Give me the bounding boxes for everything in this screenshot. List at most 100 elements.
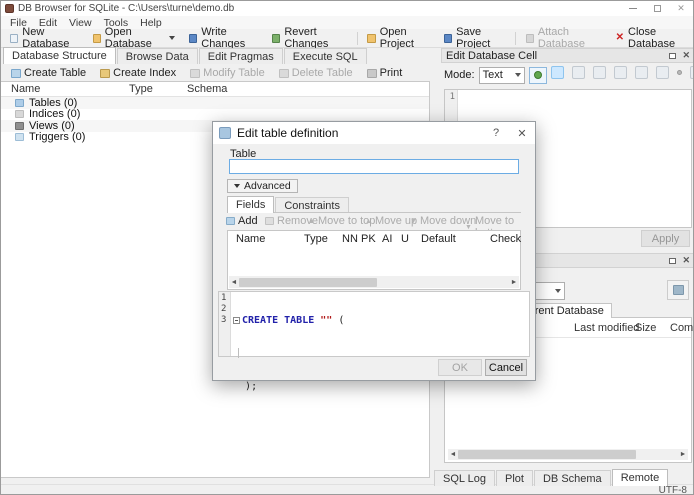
- scrollbar-thumb[interactable]: [239, 277, 377, 287]
- minimize-button[interactable]: [621, 1, 645, 16]
- word-wrap-icon[interactable]: [572, 66, 585, 79]
- revert-changes-button[interactable]: Revert Changes: [265, 26, 354, 50]
- column-nn[interactable]: NN: [342, 233, 358, 245]
- dbhub-button[interactable]: [667, 280, 689, 300]
- column-pk[interactable]: PK: [361, 233, 376, 245]
- tab-remote[interactable]: Remote: [611, 469, 669, 486]
- fold-marker-icon[interactable]: [233, 316, 240, 324]
- print-cell-icon[interactable]: [690, 66, 693, 79]
- encoding-status: UTF-8: [658, 485, 687, 495]
- maximize-button[interactable]: [645, 1, 669, 16]
- tab-constraints[interactable]: Constraints: [275, 197, 349, 213]
- minimize-icon: [629, 8, 637, 9]
- dialog-icon: [219, 127, 231, 139]
- toolbar-separator: [514, 31, 516, 45]
- chevron-down-icon: [555, 289, 561, 293]
- tree-item-tables[interactable]: Tables (0): [1, 97, 429, 109]
- tree-column-schema[interactable]: Schema: [187, 83, 227, 95]
- dialog-help-button[interactable]: ?: [483, 122, 509, 144]
- import-file-icon[interactable]: [593, 66, 606, 79]
- tab-execute-sql[interactable]: Execute SQL: [283, 48, 367, 64]
- tree-header: Name Type Schema: [1, 82, 429, 97]
- dialog-close-button[interactable]: ✕: [509, 122, 535, 144]
- attach-database-button[interactable]: Attach Database: [519, 26, 609, 50]
- tab-fields[interactable]: Fields: [227, 196, 275, 213]
- tree-item-indices[interactable]: Indices (0): [1, 108, 429, 120]
- fields-table-header: Name Type NN PK AI U Default Check: [228, 231, 521, 247]
- copy-cell-icon[interactable]: [656, 66, 669, 79]
- print-button[interactable]: Print: [360, 66, 410, 80]
- close-database-button[interactable]: ✕ Close Database: [609, 26, 693, 50]
- column-check[interactable]: Check: [490, 233, 521, 245]
- delete-table-button[interactable]: Delete Table: [272, 66, 360, 80]
- sql-line-numbers: 1 2 3: [219, 292, 231, 356]
- fields-table: Name Type NN PK AI U Default Check ◄ ►: [227, 230, 521, 290]
- column-ai[interactable]: AI: [382, 233, 392, 245]
- tab-browse-data[interactable]: Browse Data: [116, 48, 198, 64]
- float-panel-icon[interactable]: [669, 52, 677, 59]
- column-u[interactable]: U: [401, 233, 409, 245]
- mode-select[interactable]: Text: [478, 66, 525, 84]
- table-name-input[interactable]: [229, 159, 519, 174]
- advanced-toggle-button[interactable]: Advanced: [227, 179, 298, 193]
- app-icon: [5, 4, 14, 13]
- attach-database-icon: [525, 33, 534, 43]
- close-panel-icon[interactable]: ✕: [682, 51, 690, 60]
- sql-preview: 1 2 3 CREATE TABLE "" ( );: [218, 291, 530, 392]
- cell-mode-bar: Mode: Text: [444, 65, 693, 85]
- open-project-button[interactable]: Open Project: [360, 26, 436, 50]
- float-panel-icon[interactable]: [669, 257, 677, 264]
- ok-button[interactable]: OK: [438, 359, 482, 376]
- scroll-left-icon[interactable]: ◄: [448, 449, 458, 460]
- fields-table-hscrollbar[interactable]: ◄ ►: [229, 276, 519, 288]
- tree-column-name[interactable]: Name: [11, 83, 40, 95]
- write-changes-button[interactable]: Write Changes: [182, 26, 265, 50]
- cancel-button[interactable]: Cancel: [485, 359, 527, 376]
- export-file-icon[interactable]: [614, 66, 627, 79]
- tab-edit-pragmas[interactable]: Edit Pragmas: [198, 48, 283, 64]
- sql-code: CREATE TABLE "" ( );: [231, 292, 344, 392]
- tab-database-structure[interactable]: Database Structure: [3, 47, 116, 64]
- column-type[interactable]: Type: [304, 233, 328, 245]
- open-database-dropdown-icon[interactable]: [168, 36, 175, 40]
- remote-table-hscrollbar[interactable]: ◄ ►: [448, 449, 688, 460]
- scrollbar-thumb[interactable]: [458, 450, 636, 459]
- apply-button[interactable]: Apply: [641, 230, 690, 247]
- scroll-right-icon[interactable]: ►: [509, 277, 519, 288]
- delete-table-icon: [278, 68, 289, 78]
- auto-format-icon: [533, 71, 542, 79]
- column-default[interactable]: Default: [421, 233, 456, 245]
- remove-field-icon: [265, 217, 274, 225]
- close-panel-icon[interactable]: ✕: [682, 256, 690, 265]
- chevron-down-icon: [234, 184, 240, 188]
- auto-format-button[interactable]: [528, 66, 547, 84]
- set-null-icon[interactable]: [635, 66, 648, 79]
- app-window: DB Browser for SQLite - C:\Users\turne\d…: [0, 0, 694, 495]
- tables-icon: [15, 98, 24, 107]
- modify-table-button[interactable]: Modify Table: [183, 66, 272, 80]
- add-field-button[interactable]: Add: [226, 215, 258, 227]
- tab-plot[interactable]: Plot: [496, 470, 533, 486]
- column-commit[interactable]: Commit: [670, 322, 693, 334]
- tab-db-schema[interactable]: DB Schema: [533, 470, 611, 486]
- dialog-tab-bar: Fields Constraints: [227, 196, 350, 213]
- toolbar-separator: [356, 31, 358, 45]
- scroll-right-icon[interactable]: ►: [678, 449, 688, 460]
- save-project-button[interactable]: Save Project: [437, 26, 512, 50]
- new-database-button[interactable]: New Database: [3, 26, 86, 50]
- scroll-left-icon[interactable]: ◄: [229, 277, 239, 288]
- create-index-button[interactable]: Create Index: [93, 66, 183, 80]
- open-project-icon: [367, 33, 376, 43]
- open-database-button[interactable]: Open Database: [86, 26, 182, 50]
- chevron-down-icon: [514, 73, 521, 77]
- column-last-modified[interactable]: Last modified: [574, 322, 639, 334]
- open-database-icon: [92, 33, 101, 43]
- column-size[interactable]: Size: [635, 322, 656, 334]
- close-button[interactable]: ✕: [669, 1, 693, 16]
- fields-toolbar: Add Remove ▲ Move to top ▲ Move up ▼ Mov…: [213, 215, 535, 239]
- tab-sql-log[interactable]: SQL Log: [434, 470, 496, 486]
- text-mode-icon[interactable]: [551, 66, 564, 79]
- column-name[interactable]: Name: [236, 233, 265, 245]
- tree-column-type[interactable]: Type: [129, 83, 153, 95]
- create-table-button[interactable]: Create Table: [4, 66, 93, 80]
